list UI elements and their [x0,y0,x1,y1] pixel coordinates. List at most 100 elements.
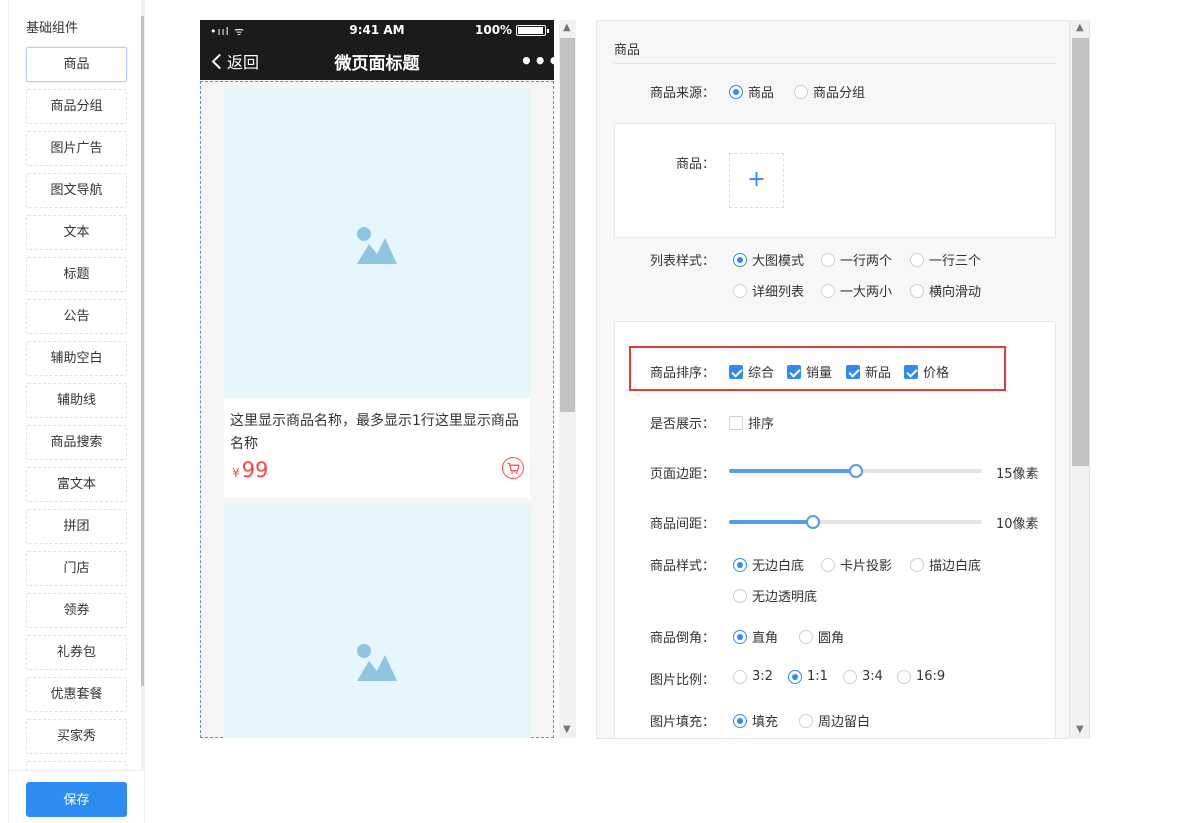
scroll-up-icon[interactable]: ▲ [1076,22,1084,33]
component-item-buyer-show[interactable]: 买家秀 [26,719,127,754]
radio-icon [799,713,813,728]
goods-style-option-border-white[interactable]: 描边白底 [910,555,981,574]
goods-component-preview[interactable]: 这里显示商品名称，最多显示1行这里显示商品名称 ¥99 [200,81,554,738]
list-style-option-detail[interactable]: 详细列表 [733,281,804,300]
radio-icon [794,84,808,99]
option-label: 一行三个 [929,254,982,269]
component-item-line[interactable]: 辅助线 [26,383,127,418]
radio-icon [821,252,835,267]
fill-option-padding[interactable]: 周边留白 [799,711,870,730]
goods-style-option-transparent[interactable]: 无边透明底 [733,586,817,605]
list-style-option-two[interactable]: 一行两个 [821,250,892,269]
sort-option-sales[interactable]: 销量 [787,362,832,381]
checkbox-icon [729,415,743,430]
page-margin-slider[interactable] [729,464,982,478]
show-option-sort[interactable]: 排序 [729,413,774,432]
goods-card[interactable] [224,505,530,738]
cart-icon[interactable] [502,457,524,479]
radio-checked-icon [733,557,747,572]
option-label: 价格 [923,366,950,381]
radio-icon [821,557,835,572]
goods-card[interactable]: 这里显示商品名称，最多显示1行这里显示商品名称 ¥99 [224,88,530,498]
option-label: 商品 [748,86,775,101]
option-label: 销量 [806,366,833,381]
sidebar-title: 基础组件 [26,21,79,36]
option-label: 横向滑动 [929,285,982,300]
component-item-goods-search[interactable]: 商品搜索 [26,425,127,460]
ratio-option-3-2[interactable]: 3:2 [733,669,773,684]
source-option-goods-group[interactable]: 商品分组 [794,82,865,101]
option-label: 圆角 [818,631,845,646]
battery-text: 100% [475,23,513,37]
ratio-option-16-9[interactable]: 16:9 [897,669,945,684]
page-margin-label: 页面边距： [649,467,715,482]
component-item-group-buy[interactable]: 拼团 [26,509,127,544]
component-item-goods-group[interactable]: 商品分组 [26,89,127,124]
corner-option-square[interactable]: 直角 [733,627,778,646]
goods-style-option-no-border-white[interactable]: 无边白底 [733,555,804,574]
scroll-down-icon[interactable]: ▼ [563,724,571,735]
radio-checked-icon [788,669,802,684]
option-label: 1:1 [807,669,828,684]
list-style-option-one-big-two-small[interactable]: 一大两小 [821,281,892,300]
component-item-rich-text[interactable]: 富文本 [26,467,127,502]
panel-title: 商品 [614,43,641,58]
panel-scroll-thumb[interactable] [1072,38,1089,466]
ratio-option-3-4[interactable]: 3:4 [843,669,883,684]
component-item-notice[interactable]: 公告 [26,299,127,334]
fill-option-fill[interactable]: 填充 [733,711,778,730]
component-item-title[interactable]: 标题 [26,257,127,292]
option-label: 大图模式 [752,254,805,269]
sort-option-general[interactable]: 综合 [729,362,774,381]
component-item-store[interactable]: 门店 [26,551,127,586]
checkbox-checked-icon [729,364,743,379]
goods-name: 这里显示商品名称，最多显示1行这里显示商品名称 [230,413,519,452]
scroll-up-icon[interactable]: ▲ [563,22,571,33]
component-item-blank[interactable]: 辅助空白 [26,341,127,376]
radio-checked-icon [733,713,747,728]
list-style-label: 列表样式： [649,254,715,269]
goods-gap-slider[interactable] [729,515,982,529]
component-item-gift-pack[interactable]: 礼券包 [26,635,127,670]
radio-icon [897,669,911,684]
option-label: 商品分组 [813,86,866,101]
ratio-option-1-1[interactable]: 1:1 [788,669,828,684]
goods-select-box [614,123,1056,238]
option-label: 无边白底 [752,559,805,574]
radio-icon [733,283,747,298]
corner-option-round[interactable]: 圆角 [799,627,844,646]
goods-image-placeholder [224,88,530,398]
phone-scroll-thumb[interactable] [560,38,575,412]
component-item-coupon[interactable]: 领券 [26,593,127,628]
phone-header: •ııl ᯤ 9:41 AM 100% 返回 微页面标题 ••• [200,20,554,80]
sort-option-price[interactable]: 价格 [904,362,949,381]
save-bar: 保存 [9,770,144,823]
option-label: 综合 [748,366,775,381]
goods-gap-value: 10像素 [996,517,1039,532]
component-item-image-text-nav[interactable]: 图文导航 [26,173,127,208]
component-item-text[interactable]: 文本 [26,215,127,250]
list-style-option-three[interactable]: 一行三个 [910,250,981,269]
component-item-package[interactable]: 优惠套餐 [26,677,127,712]
radio-checked-icon [729,84,743,99]
scroll-down-icon[interactable]: ▼ [1076,724,1084,735]
sort-option-new[interactable]: 新品 [846,362,891,381]
option-label: 无边透明底 [752,590,818,605]
goods-style-option-card-shadow[interactable]: 卡片投影 [821,555,892,574]
save-button[interactable]: 保存 [26,782,127,817]
source-option-goods[interactable]: 商品 [729,82,774,101]
divider [614,63,1056,64]
option-label: 排序 [748,417,775,432]
slider-handle[interactable] [848,464,863,478]
more-icon[interactable]: ••• [520,49,554,73]
component-item-image-ad[interactable]: 图片广告 [26,131,127,166]
ratio-label: 图片比例： [649,673,715,688]
sidebar-scroll-thumb[interactable] [141,16,144,686]
list-style-option-big[interactable]: 大图模式 [733,250,804,269]
list-style-option-horizontal-scroll[interactable]: 横向滑动 [910,281,981,300]
page-margin-value: 15像素 [996,467,1039,482]
price-value: 99 [241,458,269,482]
goods-style-label: 商品样式： [649,559,715,574]
component-item-goods[interactable]: 商品 [26,47,127,82]
add-goods-button[interactable]: + [729,153,784,208]
